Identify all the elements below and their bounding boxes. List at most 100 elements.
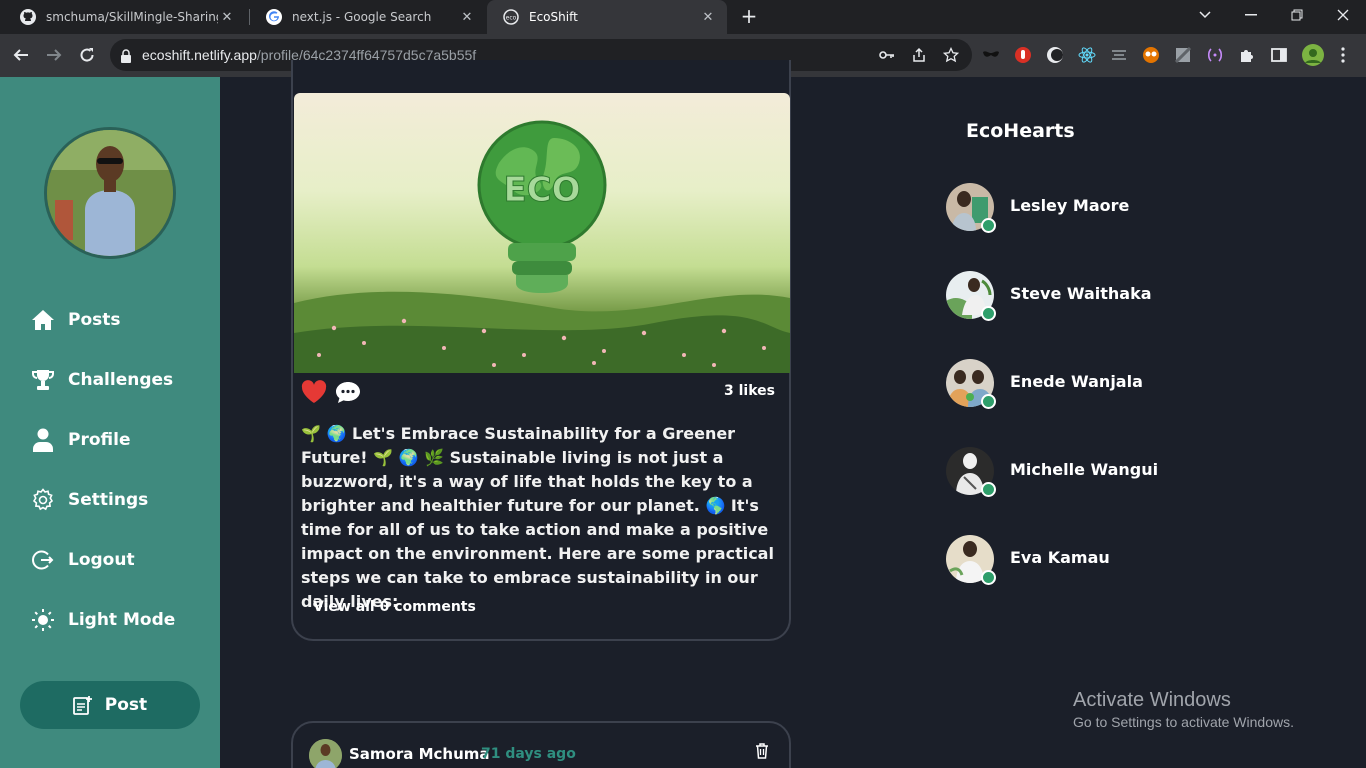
arrow-left-icon <box>13 49 28 61</box>
nav-light-mode[interactable]: Light Mode <box>30 605 175 635</box>
person-photo <box>47 130 173 256</box>
friend-name: Lesley Maore <box>1010 196 1130 215</box>
tab-ecoshift[interactable]: eco EcoShift ✕ <box>487 0 727 34</box>
likes-count: 3 likes <box>724 383 775 399</box>
post-author[interactable]: Samora Mchuma <box>349 745 490 763</box>
extension-mask-icon[interactable] <box>982 46 1000 64</box>
restore-icon <box>1291 9 1303 21</box>
extension-circle-icon[interactable] <box>1046 46 1064 64</box>
post-card: Samora Mchuma 71 days ago <box>291 721 791 768</box>
nav-posts[interactable]: Posts <box>30 305 121 335</box>
side-panel-icon[interactable] <box>1270 46 1288 64</box>
gear-icon <box>30 487 56 513</box>
online-indicator <box>981 306 996 321</box>
nav-settings[interactable]: Settings <box>30 485 148 515</box>
friend-item[interactable]: Steve Waithaka <box>946 271 1206 321</box>
browser-tabstrip: smchuma/SkillMingle-Sharing-S ✕ next.js … <box>0 0 1366 34</box>
nav-label: Settings <box>68 490 149 510</box>
nav-profile[interactable]: Profile <box>30 425 130 455</box>
heart-icon[interactable] <box>301 380 327 408</box>
friend-name: Enede Wanjala <box>1010 372 1143 391</box>
watermark-subtitle: Go to Settings to activate Windows. <box>1073 714 1294 730</box>
friend-name: Eva Kamau <box>1010 548 1110 567</box>
tab-search-button[interactable] <box>1182 0 1228 30</box>
friend-name: Steve Waithaka <box>1010 284 1152 303</box>
close-icon[interactable]: ✕ <box>699 10 717 25</box>
online-indicator <box>981 394 996 409</box>
nav-label: Challenges <box>68 370 174 390</box>
friend-item[interactable]: Lesley Maore <box>946 183 1206 233</box>
close-icon[interactable]: ✕ <box>458 10 476 25</box>
reload-icon <box>80 48 94 62</box>
author-avatar[interactable] <box>309 739 342 768</box>
friend-item[interactable]: Eva Kamau <box>946 535 1206 585</box>
lock-icon <box>120 48 132 67</box>
tab-label: smchuma/SkillMingle-Sharing-S <box>46 10 218 24</box>
home-icon <box>30 307 56 333</box>
tab-label: next.js - Google Search <box>292 10 432 24</box>
key-icon[interactable] <box>878 46 896 64</box>
share-icon[interactable] <box>910 46 928 64</box>
online-indicator <box>981 218 996 233</box>
logout-icon <box>30 547 56 573</box>
profile-avatar-icon[interactable] <box>1302 44 1324 66</box>
puzzle-icon[interactable] <box>1238 46 1256 64</box>
nav-challenges[interactable]: Challenges <box>30 365 173 395</box>
close-icon <box>1337 9 1349 21</box>
star-icon[interactable] <box>942 46 960 64</box>
windows-activation-watermark: Activate Windows Go to Settings to activ… <box>1073 689 1294 730</box>
sun-icon <box>30 607 56 633</box>
nav-logout[interactable]: Logout <box>30 545 135 575</box>
watermark-title: Activate Windows <box>1073 689 1231 711</box>
close-icon[interactable]: ✕ <box>218 10 236 25</box>
extension-lines-icon[interactable] <box>1110 46 1128 64</box>
profile-avatar[interactable] <box>44 127 176 259</box>
new-post-button[interactable]: Post <box>20 681 200 729</box>
friend-item[interactable]: Michelle Wangui <box>946 447 1206 497</box>
post-timestamp: 71 days ago <box>481 746 576 762</box>
sidebar: Posts Challenges Profile Settings Logout… <box>0 77 220 768</box>
nav-label: Profile <box>68 430 131 450</box>
reload-button[interactable] <box>76 44 98 66</box>
arrow-right-icon <box>47 49 62 61</box>
tab-google[interactable]: next.js - Google Search ✕ <box>250 0 486 34</box>
menu-dots-icon[interactable] <box>1334 46 1352 64</box>
react-devtools-icon[interactable] <box>1078 46 1096 64</box>
nav-label: Light Mode <box>68 610 176 630</box>
extension-square-icon[interactable] <box>1174 46 1192 64</box>
github-icon <box>20 9 36 25</box>
ecoshift-icon: eco <box>503 9 519 25</box>
new-post-icon <box>72 695 93 715</box>
back-button[interactable] <box>10 44 32 66</box>
comment-icon[interactable] <box>335 380 361 408</box>
online-indicator <box>981 482 996 497</box>
image-eco-text: ECO <box>503 170 580 210</box>
user-icon <box>30 427 56 453</box>
extension-owl-icon[interactable] <box>1142 46 1160 64</box>
post-image[interactable]: ECO <box>294 93 790 373</box>
eco-bulb-illustration: ECO <box>294 120 790 373</box>
svg-text:eco: eco <box>506 15 517 22</box>
minimize-icon <box>1245 14 1257 16</box>
google-icon <box>266 9 282 25</box>
close-window-button[interactable] <box>1320 0 1366 30</box>
person-photo <box>309 739 342 768</box>
chevron-down-icon <box>1199 11 1211 19</box>
view-comments-link[interactable]: View all 0 comments <box>313 599 476 615</box>
post-card: ECO 3 likes 🌱 🌍 Let's Embrace Sustainabi… <box>291 60 791 641</box>
forward-button[interactable] <box>43 44 65 66</box>
restore-button[interactable] <box>1274 0 1320 30</box>
trophy-icon <box>30 367 56 393</box>
post-body: 🌱 🌍 Let's Embrace Sustainability for a G… <box>301 424 774 611</box>
trash-icon[interactable] <box>755 743 769 763</box>
online-indicator <box>981 570 996 585</box>
tab-label: EcoShift <box>529 10 578 24</box>
minimize-button[interactable] <box>1228 0 1274 30</box>
extension-brackets-icon[interactable] <box>1206 46 1224 64</box>
new-tab-button[interactable]: + <box>738 6 760 28</box>
tab-github[interactable]: smchuma/SkillMingle-Sharing-S ✕ <box>4 0 246 34</box>
friend-item[interactable]: Enede Wanjala <box>946 359 1206 409</box>
post-actions <box>301 380 361 408</box>
extension-hand-icon[interactable] <box>1014 46 1032 64</box>
ecohearts-title: EcoHearts <box>966 120 1075 142</box>
